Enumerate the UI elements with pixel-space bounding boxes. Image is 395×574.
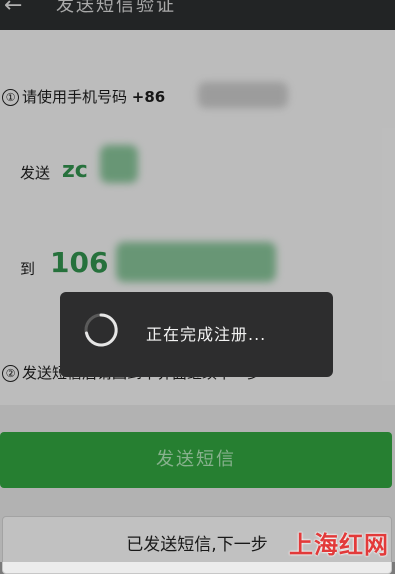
watermark-logo: 上海红网 bbox=[285, 522, 395, 562]
loading-dialog: 正在完成注册... bbox=[60, 292, 333, 377]
dialog-message: 正在完成注册... bbox=[146, 325, 267, 344]
sms-verification-screen: ← 发送短信验证 ①请使用手机号码 +86 发送 zc 到 106 ②发送短信后… bbox=[0, 0, 395, 574]
loading-spinner-icon bbox=[84, 313, 118, 347]
modal-overlay bbox=[0, 0, 395, 562]
watermark-text: 上海红网 bbox=[289, 531, 389, 559]
